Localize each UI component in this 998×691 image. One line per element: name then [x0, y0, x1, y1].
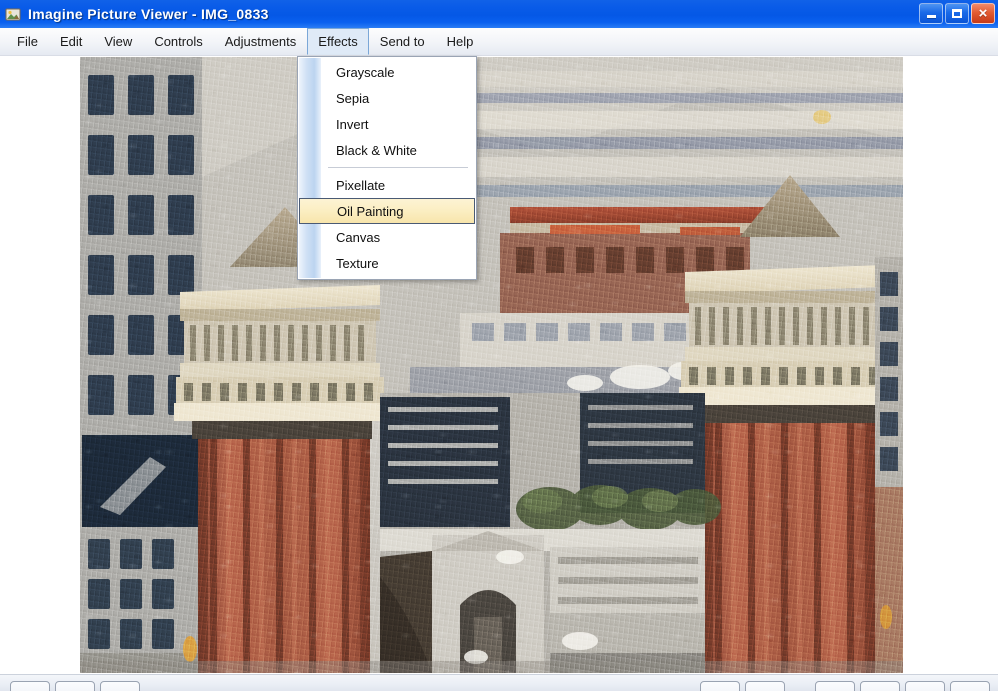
image-canvas[interactable] [80, 57, 903, 673]
menu-option-grayscale[interactable]: Grayscale [298, 59, 476, 85]
menu-option-canvas[interactable]: Canvas [298, 224, 476, 250]
window-title: Imagine Picture Viewer - IMG_0833 [28, 6, 269, 22]
bottom-toolbar [0, 674, 998, 691]
menu-bar: File Edit View Controls Adjustments Effe… [0, 28, 998, 56]
effects-dropdown-menu: Grayscale Sepia Invert Black & White Pix… [297, 56, 477, 280]
canvas-right-margin [903, 56, 998, 674]
toolbar-button-2[interactable] [55, 681, 95, 691]
toolbar-button-1[interactable] [10, 681, 50, 691]
canvas-left-margin [0, 56, 80, 674]
close-icon: × [979, 6, 988, 21]
application-window: Imagine Picture Viewer - IMG_0833 × File… [0, 0, 998, 691]
title-bar[interactable]: Imagine Picture Viewer - IMG_0833 × [0, 0, 998, 28]
menu-item-controls[interactable]: Controls [143, 28, 213, 55]
toolbar-button-9[interactable] [950, 681, 990, 691]
menu-item-edit[interactable]: Edit [49, 28, 93, 55]
menu-item-adjustments[interactable]: Adjustments [214, 28, 308, 55]
close-button[interactable]: × [971, 3, 995, 24]
menu-option-invert[interactable]: Invert [298, 111, 476, 137]
window-controls: × [919, 3, 995, 24]
menu-option-black-and-white[interactable]: Black & White [298, 137, 476, 163]
menu-option-pixellate[interactable]: Pixellate [298, 172, 476, 198]
maximize-icon [952, 9, 962, 18]
toolbar-button-3[interactable] [100, 681, 140, 691]
oil-paint-brush-texture [80, 57, 903, 673]
menu-option-sepia[interactable]: Sepia [298, 85, 476, 111]
toolbar-button-8[interactable] [905, 681, 945, 691]
menu-option-oil-painting[interactable]: Oil Painting [299, 198, 475, 224]
maximize-button[interactable] [945, 3, 969, 24]
toolbar-button-6[interactable] [815, 681, 855, 691]
toolbar-button-7[interactable] [860, 681, 900, 691]
minimize-icon [927, 15, 936, 18]
menu-item-send-to[interactable]: Send to [369, 28, 436, 55]
menu-item-effects[interactable]: Effects [307, 28, 369, 55]
menu-option-texture[interactable]: Texture [298, 250, 476, 276]
menu-item-help[interactable]: Help [436, 28, 485, 55]
menu-item-view[interactable]: View [93, 28, 143, 55]
picture-viewer-icon [5, 6, 22, 23]
toolbar-button-4[interactable] [700, 681, 740, 691]
menu-item-file[interactable]: File [6, 28, 49, 55]
minimize-button[interactable] [919, 3, 943, 24]
menu-separator [328, 167, 468, 168]
toolbar-button-5[interactable] [745, 681, 785, 691]
